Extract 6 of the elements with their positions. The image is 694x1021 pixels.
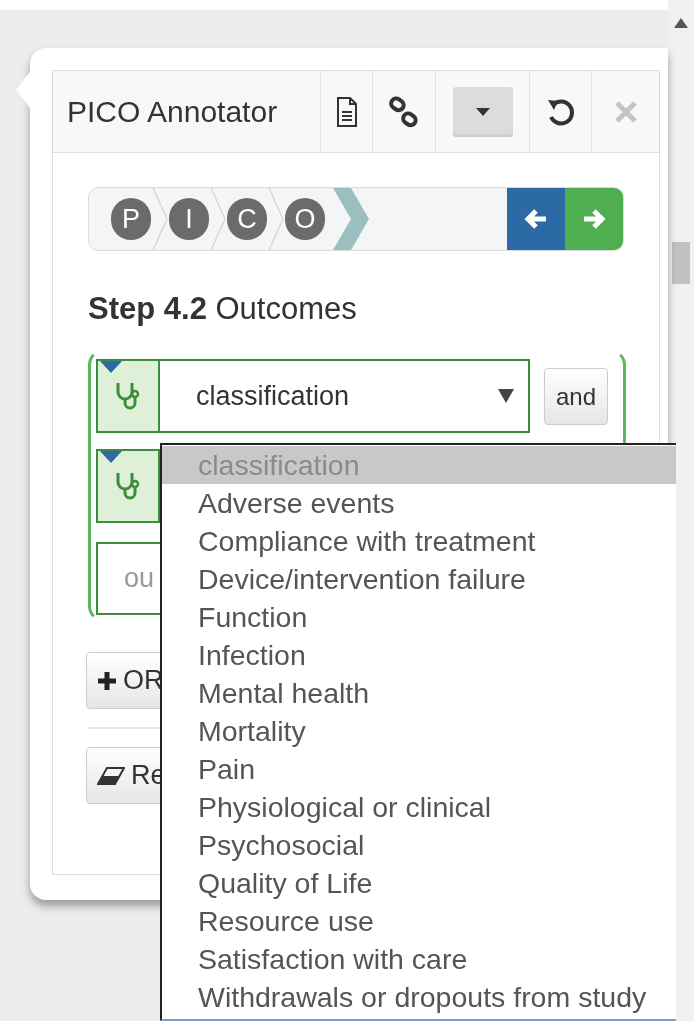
step-badge: P [111, 198, 151, 240]
step-badge: I [169, 198, 209, 240]
step-badge: C [227, 198, 267, 240]
step-badge: O [285, 198, 325, 240]
panel-title: PICO Annotator [66, 94, 279, 130]
step-heading: Step 4.2 Outcomes [88, 290, 358, 328]
